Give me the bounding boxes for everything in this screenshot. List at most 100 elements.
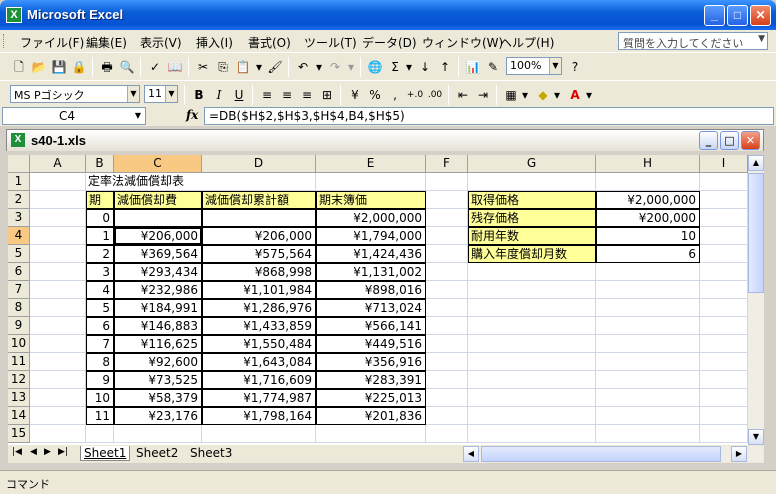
menu-grip[interactable]	[3, 34, 6, 48]
grid-cell[interactable]	[700, 263, 748, 281]
period-cell[interactable]: 6	[86, 317, 114, 335]
chevron-down-icon[interactable]: ▼	[165, 86, 177, 102]
table-header-cell[interactable]: 減価償却累計額	[202, 191, 316, 209]
row-header[interactable]: 5	[8, 245, 30, 263]
chevron-down-icon[interactable]: ▾	[404, 58, 414, 76]
row-header[interactable]: 1	[8, 173, 30, 191]
grid-cell[interactable]	[30, 407, 86, 425]
accumulated-cell[interactable]: ¥1,774,987	[202, 389, 316, 407]
grid-cell[interactable]	[700, 191, 748, 209]
book-value-cell[interactable]: ¥1,424,436	[316, 245, 426, 263]
next-sheet-icon[interactable]: ▶	[44, 447, 51, 457]
vertical-scrollbar[interactable]: ▲ ▼	[748, 155, 764, 445]
period-cell[interactable]: 0	[86, 209, 114, 227]
name-box[interactable]: C4 ▼	[2, 107, 146, 125]
accumulated-cell[interactable]: ¥868,998	[202, 263, 316, 281]
grid-cell[interactable]	[30, 245, 86, 263]
help-search-input[interactable]: 質問を入力してください ▼	[618, 32, 768, 50]
italic-button[interactable]: I	[210, 86, 228, 104]
decrease-decimal-icon[interactable]: .00	[426, 86, 444, 104]
period-cell[interactable]: 2	[86, 245, 114, 263]
print-icon[interactable]: 🖶	[98, 58, 116, 76]
grid-cell[interactable]	[700, 389, 748, 407]
font-color-icon[interactable]: A	[566, 86, 584, 104]
grid-cell[interactable]	[30, 227, 86, 245]
param-label-cell[interactable]: 取得価格	[468, 191, 596, 209]
research-icon[interactable]: 📖	[166, 58, 184, 76]
grid-cell[interactable]	[426, 191, 468, 209]
insert-function-icon[interactable]: fx	[186, 108, 198, 122]
decrease-indent-icon[interactable]: ⇤	[454, 86, 472, 104]
depreciation-cell[interactable]: ¥206,000	[114, 227, 202, 245]
period-cell[interactable]: 8	[86, 353, 114, 371]
book-value-cell[interactable]: ¥283,391	[316, 371, 426, 389]
column-header[interactable]: D	[202, 155, 316, 173]
align-right-icon[interactable]: ≡	[298, 86, 316, 104]
grid-cell[interactable]	[468, 173, 596, 191]
spelling-icon[interactable]: ✓	[146, 58, 164, 76]
menu-insert[interactable]: 挿入(I)	[196, 34, 233, 51]
param-value-cell[interactable]: ¥2,000,000	[596, 191, 700, 209]
depreciation-cell[interactable]	[114, 209, 202, 227]
workbook-minimize-button[interactable]: _	[699, 131, 718, 150]
row-header[interactable]: 15	[8, 425, 30, 443]
menu-help[interactable]: ヘルプ(H)	[500, 34, 554, 51]
currency-icon[interactable]: ¥	[346, 86, 364, 104]
maximize-button[interactable]: □	[727, 5, 748, 26]
grid-cell[interactable]	[700, 371, 748, 389]
period-cell[interactable]: 1	[86, 227, 114, 245]
paste-icon[interactable]: 📋	[234, 58, 252, 76]
hyperlink-icon[interactable]: 🌐	[366, 58, 384, 76]
depreciation-cell[interactable]: ¥184,991	[114, 299, 202, 317]
grid-cell[interactable]	[30, 425, 86, 443]
grid-cell[interactable]	[468, 317, 596, 335]
row-header[interactable]: 9	[8, 317, 30, 335]
grid-cell[interactable]	[30, 353, 86, 371]
column-header[interactable]: C	[114, 155, 202, 173]
grid-cell[interactable]	[426, 317, 468, 335]
grid-cell[interactable]	[596, 425, 700, 443]
first-sheet-icon[interactable]: |◀	[12, 447, 22, 457]
chart-wizard-icon[interactable]: 📊	[464, 58, 482, 76]
grid-cell[interactable]	[426, 299, 468, 317]
comma-style-icon[interactable]: ,	[386, 86, 404, 104]
accumulated-cell[interactable]: ¥1,286,976	[202, 299, 316, 317]
grid-cell[interactable]	[700, 245, 748, 263]
grid-cell[interactable]	[426, 263, 468, 281]
grid-cell[interactable]	[316, 173, 426, 191]
menu-data[interactable]: データ(D)	[362, 34, 417, 51]
hscroll-thumb[interactable]	[481, 446, 721, 462]
close-button[interactable]: ✕	[750, 5, 771, 26]
autosum-icon[interactable]: Σ	[386, 58, 404, 76]
minimize-button[interactable]: _	[704, 5, 725, 26]
cut-icon[interactable]: ✂	[194, 58, 212, 76]
save-icon[interactable]: 💾	[50, 58, 68, 76]
book-value-cell[interactable]: ¥225,013	[316, 389, 426, 407]
open-icon[interactable]: 📂	[30, 58, 48, 76]
grid-cell[interactable]	[468, 263, 596, 281]
depreciation-cell[interactable]: ¥73,525	[114, 371, 202, 389]
chevron-down-icon[interactable]: ▼	[127, 86, 139, 102]
period-cell[interactable]: 11	[86, 407, 114, 425]
borders-icon[interactable]: ▦	[502, 86, 520, 104]
chevron-down-icon[interactable]: ▾	[520, 86, 530, 104]
select-all-corner[interactable]	[8, 155, 30, 173]
drawing-icon[interactable]: ✎	[484, 58, 502, 76]
grid-cell[interactable]	[700, 425, 748, 443]
grid-cell[interactable]	[596, 335, 700, 353]
row-header[interactable]: 7	[8, 281, 30, 299]
grid-cell[interactable]	[426, 281, 468, 299]
param-label-cell[interactable]: 購入年度償却月数	[468, 245, 596, 263]
undo-icon[interactable]: ↶	[294, 58, 312, 76]
increase-decimal-icon[interactable]: +.0	[406, 86, 424, 104]
zoom-select[interactable]: 100% ▼	[506, 57, 562, 75]
depreciation-cell[interactable]: ¥232,986	[114, 281, 202, 299]
menu-tools[interactable]: ツール(T)	[304, 34, 357, 51]
depreciation-cell[interactable]: ¥58,379	[114, 389, 202, 407]
prev-sheet-icon[interactable]: ◀	[30, 447, 37, 457]
grid-cell[interactable]	[700, 281, 748, 299]
period-cell[interactable]: 4	[86, 281, 114, 299]
row-header[interactable]: 4	[8, 227, 30, 245]
chevron-down-icon[interactable]: ▾	[314, 58, 324, 76]
grid-cell[interactable]	[426, 425, 468, 443]
